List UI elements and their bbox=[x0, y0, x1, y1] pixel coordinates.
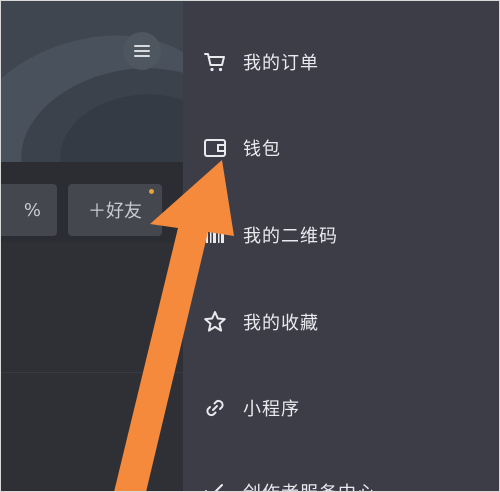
drawer-item-label: 钱包 bbox=[243, 139, 281, 160]
profile-page: % ＋好友 bbox=[0, 0, 183, 492]
drawer-item-label: 我的收藏 bbox=[243, 313, 319, 334]
drawer-item-label: 小程序 bbox=[243, 399, 300, 420]
app-screen: % ＋好友 我的订单 钱包 我的二维码 我的收藏 小程序 bbox=[0, 0, 500, 492]
link-icon bbox=[201, 394, 229, 422]
qr-code-icon bbox=[201, 221, 229, 249]
add-friend-label: ＋好友 bbox=[88, 201, 142, 222]
drawer-item-label: 创作者服务中心 bbox=[243, 479, 376, 492]
creator-service-icon bbox=[201, 478, 229, 492]
drawer-item-favorites[interactable]: 我的收藏 bbox=[201, 302, 319, 342]
star-icon bbox=[201, 308, 229, 336]
drawer-item-label: 我的二维码 bbox=[243, 226, 338, 247]
drawer-item-wallet[interactable]: 钱包 bbox=[201, 128, 281, 168]
side-drawer: 我的订单 钱包 我的二维码 我的收藏 小程序 bbox=[183, 0, 500, 492]
hamburger-menu-icon bbox=[134, 45, 150, 57]
drawer-item-qrcode[interactable]: 我的二维码 bbox=[201, 215, 338, 255]
drawer-item-orders[interactable]: 我的订单 bbox=[201, 42, 319, 82]
drawer-item-creator-center[interactable]: 创作者服务中心 bbox=[201, 472, 376, 492]
menu-button[interactable] bbox=[123, 32, 161, 70]
wallet-icon bbox=[201, 134, 229, 162]
add-friend-button[interactable]: ＋好友 bbox=[68, 184, 162, 236]
divider bbox=[0, 372, 183, 373]
shopping-cart-icon bbox=[201, 48, 229, 76]
profile-banner bbox=[0, 0, 183, 162]
notification-dot bbox=[149, 189, 154, 194]
stat-button-partial[interactable]: % bbox=[0, 184, 57, 236]
drawer-item-label: 我的订单 bbox=[243, 53, 319, 74]
stat-button-label: % bbox=[23, 199, 41, 221]
drawer-item-mini-program[interactable]: 小程序 bbox=[201, 388, 300, 428]
